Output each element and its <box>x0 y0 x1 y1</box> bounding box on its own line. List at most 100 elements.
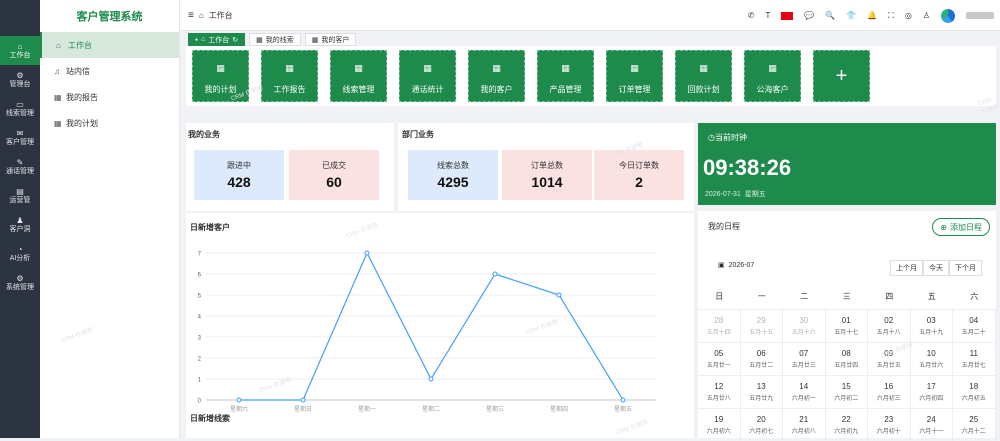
stat-label: 已成交 <box>322 161 346 170</box>
calendar-day[interactable]: 02 五月十八 <box>868 309 911 342</box>
rail-item-8[interactable]: ⚙ 系统管理 <box>0 268 40 297</box>
calendar-day[interactable]: 20 六月初七 <box>740 408 783 441</box>
rail-item-7[interactable]: ◔ AI分析 <box>0 239 40 268</box>
calendar-day[interactable]: 28 五月十四 <box>698 309 741 342</box>
quick-8[interactable]: ▦ 公海客户 <box>744 50 801 102</box>
calendar-day[interactable]: 10 五月廿六 <box>910 342 953 375</box>
data-point <box>492 271 498 277</box>
calendar-day[interactable]: 29 五月十五 <box>740 309 783 342</box>
calendar-day[interactable]: 04 五月二十 <box>953 309 996 342</box>
quick-3[interactable]: ▦ 通话统计 <box>399 50 456 102</box>
toolbar-icon-9[interactable]: ♙ <box>923 11 930 20</box>
quick-5[interactable]: ▦ 产品管理 <box>537 50 594 102</box>
stat-label: 今日订单数 <box>619 161 659 170</box>
calendar-day[interactable]: 12 五月廿八 <box>698 375 741 408</box>
refresh-icon[interactable]: ↻ <box>232 36 238 44</box>
weekday-1: 一 <box>757 292 766 301</box>
rail-label: 管理台 <box>9 80 31 88</box>
calendar-day[interactable]: 05 五月廿一 <box>698 342 741 375</box>
language-flag-icon[interactable] <box>781 11 794 20</box>
toolbar-icon-8[interactable]: ◎ <box>905 11 912 20</box>
calendar-day[interactable]: 21 六月初八 <box>783 408 826 441</box>
calendar-day[interactable]: 06 五月廿二 <box>740 342 783 375</box>
tab-2[interactable]: ▦ 我的客户 <box>304 33 357 46</box>
tab-0[interactable]: ● ⌂ 工作台 ↻ <box>188 33 246 46</box>
toolbar-icon-7[interactable]: ⛶ <box>888 11 894 21</box>
stat-label: 订单总数 <box>531 161 563 170</box>
menu-item-3[interactable]: ▦ 我的计划 <box>40 110 179 136</box>
tab-1[interactable]: ▦ 我的线索 <box>249 33 301 46</box>
calendar-day[interactable]: 18 六月初五 <box>953 375 996 408</box>
calendar-day[interactable]: 24 六月十一 <box>910 408 953 441</box>
calendar-day[interactable]: 23 六月初十 <box>868 408 911 441</box>
day-number: 10 <box>926 349 936 358</box>
calendar-day[interactable]: 19 六月初六 <box>698 408 741 441</box>
today-button[interactable]: 今天 <box>923 260 949 276</box>
add-schedule-button[interactable]: ⊕ 添加日程 <box>932 218 990 236</box>
rail-item-6[interactable]: ♟ 客户洞 <box>0 210 40 239</box>
calendar-day[interactable]: 01 五月十七 <box>825 309 868 342</box>
calendar-day[interactable]: 15 六月初二 <box>825 375 868 408</box>
stat-value: 428 <box>227 174 251 190</box>
add-quick-button[interactable]: + <box>813 50 870 102</box>
menu-icon: ▦ <box>54 118 62 128</box>
rail-item-2[interactable]: ▭ 线索管理 <box>0 94 40 123</box>
day-number: 30 <box>799 316 809 325</box>
toolbar-icon-4[interactable]: 🔍 <box>825 11 835 20</box>
calendar-day[interactable]: 11 五月廿七 <box>953 342 996 375</box>
avatar[interactable] <box>941 8 955 23</box>
month-picker[interactable]: ▣ 2026-07 <box>718 261 754 270</box>
toolbar-icon-6[interactable]: 🔔 <box>867 11 877 20</box>
calendar-day[interactable]: 17 六月初四 <box>910 375 953 408</box>
stat-value: 1014 <box>531 174 563 190</box>
lunar-date: 六月初四 <box>919 396 944 402</box>
menu-item-1[interactable]: ♫ 站内信 <box>40 58 179 84</box>
quick-7[interactable]: ▦ 回款计划 <box>675 50 732 102</box>
calendar-day[interactable]: 25 六月十二 <box>953 408 996 441</box>
data-point <box>236 397 242 403</box>
calendar-day[interactable]: 22 六月初九 <box>825 408 868 441</box>
lunar-date: 五月十五 <box>749 330 774 336</box>
toolbar-icon-5[interactable]: 👕 <box>846 11 856 20</box>
data-point <box>556 292 562 298</box>
lunar-date: 六月初九 <box>834 429 859 435</box>
quick-1[interactable]: ▦ 工作报告 <box>261 50 318 102</box>
quick-6[interactable]: ▦ 订单管理 <box>606 50 663 102</box>
rail-item-3[interactable]: ✉ 客户管理 <box>0 123 40 152</box>
toolbar-icon-1[interactable]: T <box>765 11 770 20</box>
tab-label: 工作台 <box>208 36 230 44</box>
calendar-day[interactable]: 16 六月初三 <box>868 375 911 408</box>
icon-rail: ⌂ 工作台 ⚙ 管理台 ▭ 线索管理 ✉ 客户管理 ✎ 通话管理 ▤ 运营管 ♟ 客户洞 ◔ AI分析 ⚙ 系统管… <box>0 0 40 438</box>
toolbar-icon-3[interactable]: 💬 <box>804 11 814 20</box>
stat-label: 跟进中 <box>227 161 251 170</box>
calendar-day[interactable]: 03 五月十九 <box>910 309 953 342</box>
calendar-day[interactable]: 08 五月廿四 <box>825 342 868 375</box>
y-tick-label: 5 <box>198 294 202 300</box>
toolbar-icon-0[interactable]: ✆ <box>748 11 755 20</box>
quick-2[interactable]: ▦ 线索管理 <box>330 50 387 102</box>
rail-item-0[interactable]: ⌂ 工作台 <box>0 36 40 65</box>
menu-item-0[interactable]: ⌂ 工作台 <box>40 32 179 58</box>
rail-item-4[interactable]: ✎ 通话管理 <box>0 152 40 181</box>
menu-item-2[interactable]: ▦ 我的报告 <box>40 84 179 110</box>
rail-label: AI分析 <box>9 254 31 262</box>
rail-icon: ♟ <box>16 215 24 225</box>
calendar-day[interactable]: 30 五月十六 <box>783 309 826 342</box>
quick-4[interactable]: ▦ 我的客户 <box>468 50 525 102</box>
rail-label: 线索管理 <box>6 109 34 117</box>
next-month-button[interactable]: 下个月 <box>949 260 982 276</box>
rail-item-5[interactable]: ▤ 运营管 <box>0 181 40 210</box>
user-name[interactable] <box>966 12 994 19</box>
weekday-3: 三 <box>842 292 851 301</box>
calendar-day[interactable]: 07 五月廿三 <box>783 342 826 375</box>
rail-item-1[interactable]: ⚙ 管理台 <box>0 65 40 94</box>
stat-value: 4295 <box>437 174 469 190</box>
breadcrumb-current[interactable]: 工作台 <box>209 10 233 21</box>
calendar-day[interactable]: 14 六月初一 <box>783 375 826 408</box>
quick-label: 我的客户 <box>480 85 513 94</box>
prev-month-button[interactable]: 上个月 <box>890 260 923 276</box>
hamburger-icon[interactable]: ≡ <box>188 10 194 21</box>
calendar-day[interactable]: 13 五月廿九 <box>740 375 783 408</box>
day-number: 19 <box>714 415 724 424</box>
menu-label: 我的计划 <box>66 118 98 128</box>
